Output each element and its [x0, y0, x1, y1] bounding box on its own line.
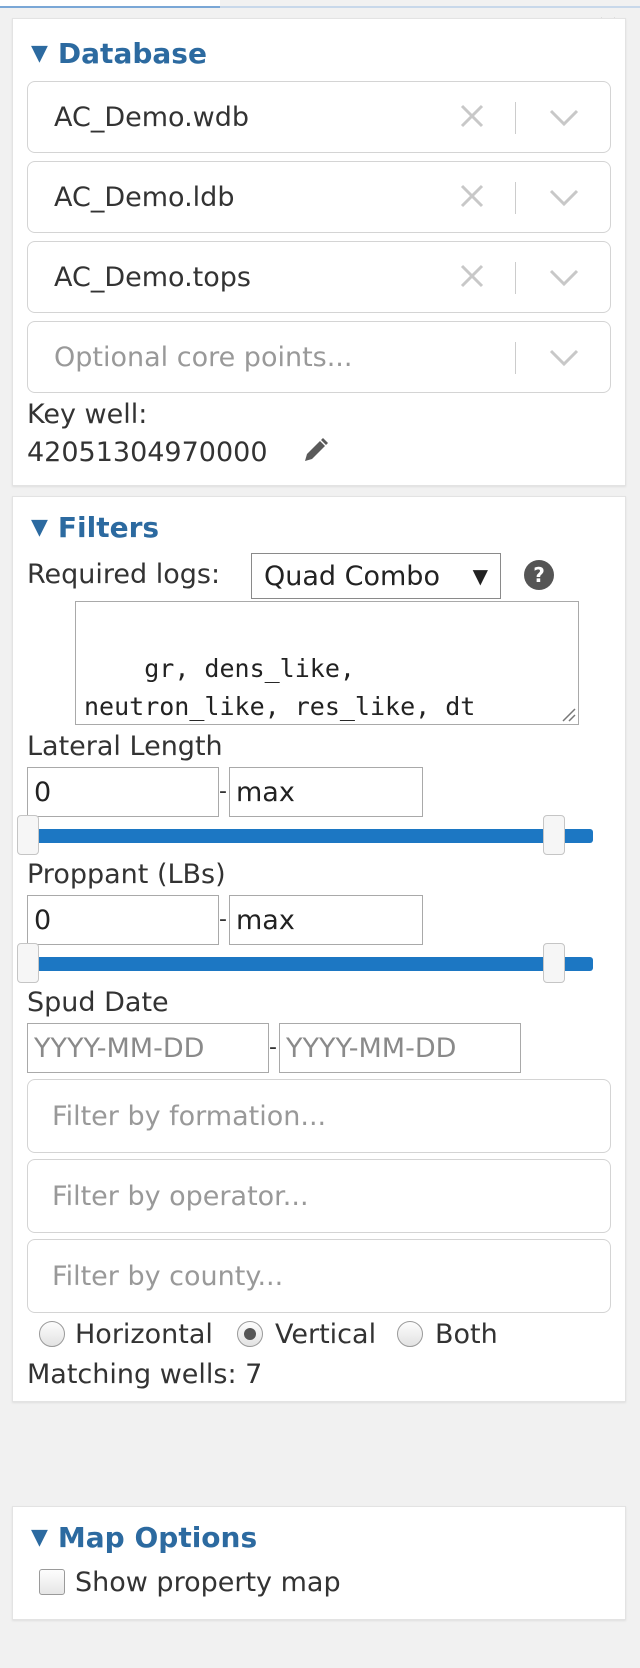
- lateral-length-label: Lateral Length: [27, 731, 223, 762]
- required-logs-value: Quad Combo: [264, 560, 440, 592]
- spud-date-from-input[interactable]: YYYY-MM-DD: [27, 1023, 269, 1073]
- separator: [515, 102, 516, 134]
- input-placeholder: Filter by operator...: [52, 1180, 309, 1212]
- county-filter-input[interactable]: Filter by county...: [27, 1239, 611, 1313]
- select-value: AC_Demo.ldb: [54, 182, 235, 213]
- close-icon[interactable]: [458, 262, 486, 290]
- input-value: 0: [34, 904, 52, 936]
- proppant-label: Proppant (LBs): [27, 859, 226, 890]
- proppant-min-input[interactable]: 0: [27, 895, 219, 945]
- svg-text:?: ?: [533, 563, 545, 587]
- matching-wells-count: Matching wells: 7: [27, 1359, 263, 1390]
- proppant-max-input[interactable]: max: [229, 895, 423, 945]
- required-logs-label: Required logs:: [27, 559, 221, 590]
- lateral-length-slider-max-handle[interactable]: [543, 815, 565, 855]
- select-value: AC_Demo.wdb: [54, 102, 250, 133]
- resize-grip-icon[interactable]: [558, 704, 576, 722]
- required-logs-textarea[interactable]: gr, dens_like, neutron_like, res_like, d…: [75, 601, 579, 725]
- close-icon[interactable]: [458, 102, 486, 130]
- lateral-length-slider-range: [35, 829, 593, 843]
- radio-vertical[interactable]: [237, 1321, 263, 1347]
- radio-horizontal[interactable]: [39, 1321, 65, 1347]
- map-options-section-toggle[interactable]: ▼ Map Options: [31, 1521, 257, 1554]
- lateral-length-max-input[interactable]: max: [229, 767, 423, 817]
- chevron-down-icon[interactable]: [548, 188, 580, 208]
- required-logs-text: gr, dens_like, neutron_like, res_like, d…: [84, 654, 476, 721]
- radio-label-vertical[interactable]: Vertical: [275, 1319, 376, 1350]
- tops-select[interactable]: AC_Demo.tops: [27, 241, 611, 313]
- input-value: max: [236, 776, 295, 808]
- range-dash: -: [219, 907, 227, 932]
- triangle-down-icon: ▼: [31, 41, 48, 66]
- show-property-map-label[interactable]: Show property map: [75, 1567, 341, 1598]
- filters-panel: ▼ Filters Required logs: Quad Combo ▼ ? …: [12, 496, 626, 1402]
- formation-filter-input[interactable]: Filter by formation...: [27, 1079, 611, 1153]
- input-placeholder: Filter by county...: [52, 1260, 284, 1292]
- key-well-value: 42051304970000: [27, 437, 268, 468]
- core-points-select[interactable]: Optional core points...: [27, 321, 611, 393]
- proppant-slider-range: [35, 957, 593, 971]
- input-placeholder: YYYY-MM-DD: [286, 1032, 457, 1064]
- radio-label-both[interactable]: Both: [435, 1319, 498, 1350]
- spud-date-label: Spud Date: [27, 987, 169, 1018]
- select-placeholder: Optional core points...: [54, 342, 353, 373]
- ldb-select[interactable]: AC_Demo.ldb: [27, 161, 611, 233]
- input-value: max: [236, 904, 295, 936]
- input-value: 0: [34, 776, 52, 808]
- spud-date-to-input[interactable]: YYYY-MM-DD: [279, 1023, 521, 1073]
- select-value: AC_Demo.tops: [54, 262, 251, 293]
- radio-label-horizontal[interactable]: Horizontal: [75, 1319, 213, 1350]
- separator: [515, 342, 516, 374]
- caret-down-icon: ▼: [472, 564, 488, 588]
- wdb-select[interactable]: AC_Demo.wdb: [27, 81, 611, 153]
- range-dash: -: [219, 779, 227, 804]
- lateral-length-slider-min-handle[interactable]: [17, 815, 39, 855]
- key-well-label: Key well:: [27, 399, 148, 430]
- input-placeholder: YYYY-MM-DD: [34, 1032, 205, 1064]
- operator-filter-input[interactable]: Filter by operator...: [27, 1159, 611, 1233]
- input-placeholder: Filter by formation...: [52, 1100, 327, 1132]
- map-options-title: Map Options: [57, 1521, 258, 1554]
- chevron-down-icon[interactable]: [548, 348, 580, 368]
- question-circle-icon[interactable]: ?: [523, 559, 555, 591]
- radio-both[interactable]: [397, 1321, 423, 1347]
- show-property-map-checkbox[interactable]: [39, 1569, 65, 1595]
- filters-section-toggle[interactable]: ▼ Filters: [31, 511, 159, 544]
- separator: [515, 182, 516, 214]
- map-options-panel: ▼ Map Options Show property map: [12, 1506, 626, 1620]
- lateral-length-min-input[interactable]: 0: [27, 767, 219, 817]
- database-section-toggle[interactable]: ▼ Database: [31, 37, 207, 70]
- pencil-icon[interactable]: [299, 435, 331, 467]
- triangle-down-icon: ▼: [31, 1525, 48, 1550]
- active-tab[interactable]: [0, 0, 220, 8]
- database-title: Database: [57, 37, 207, 70]
- required-logs-select[interactable]: Quad Combo ▼: [251, 553, 501, 599]
- proppant-slider-min-handle[interactable]: [17, 943, 39, 983]
- chevron-down-icon[interactable]: [548, 108, 580, 128]
- filters-title: Filters: [57, 511, 160, 544]
- chevron-down-icon[interactable]: [548, 268, 580, 288]
- close-icon[interactable]: [458, 182, 486, 210]
- separator: [515, 262, 516, 294]
- proppant-slider-max-handle[interactable]: [543, 943, 565, 983]
- tab-divider: [220, 6, 640, 8]
- range-dash: -: [269, 1035, 277, 1060]
- triangle-down-icon: ▼: [31, 515, 48, 540]
- database-panel: ▼ Database AC_Demo.wdb AC_Demo.ldb AC_De…: [12, 18, 626, 486]
